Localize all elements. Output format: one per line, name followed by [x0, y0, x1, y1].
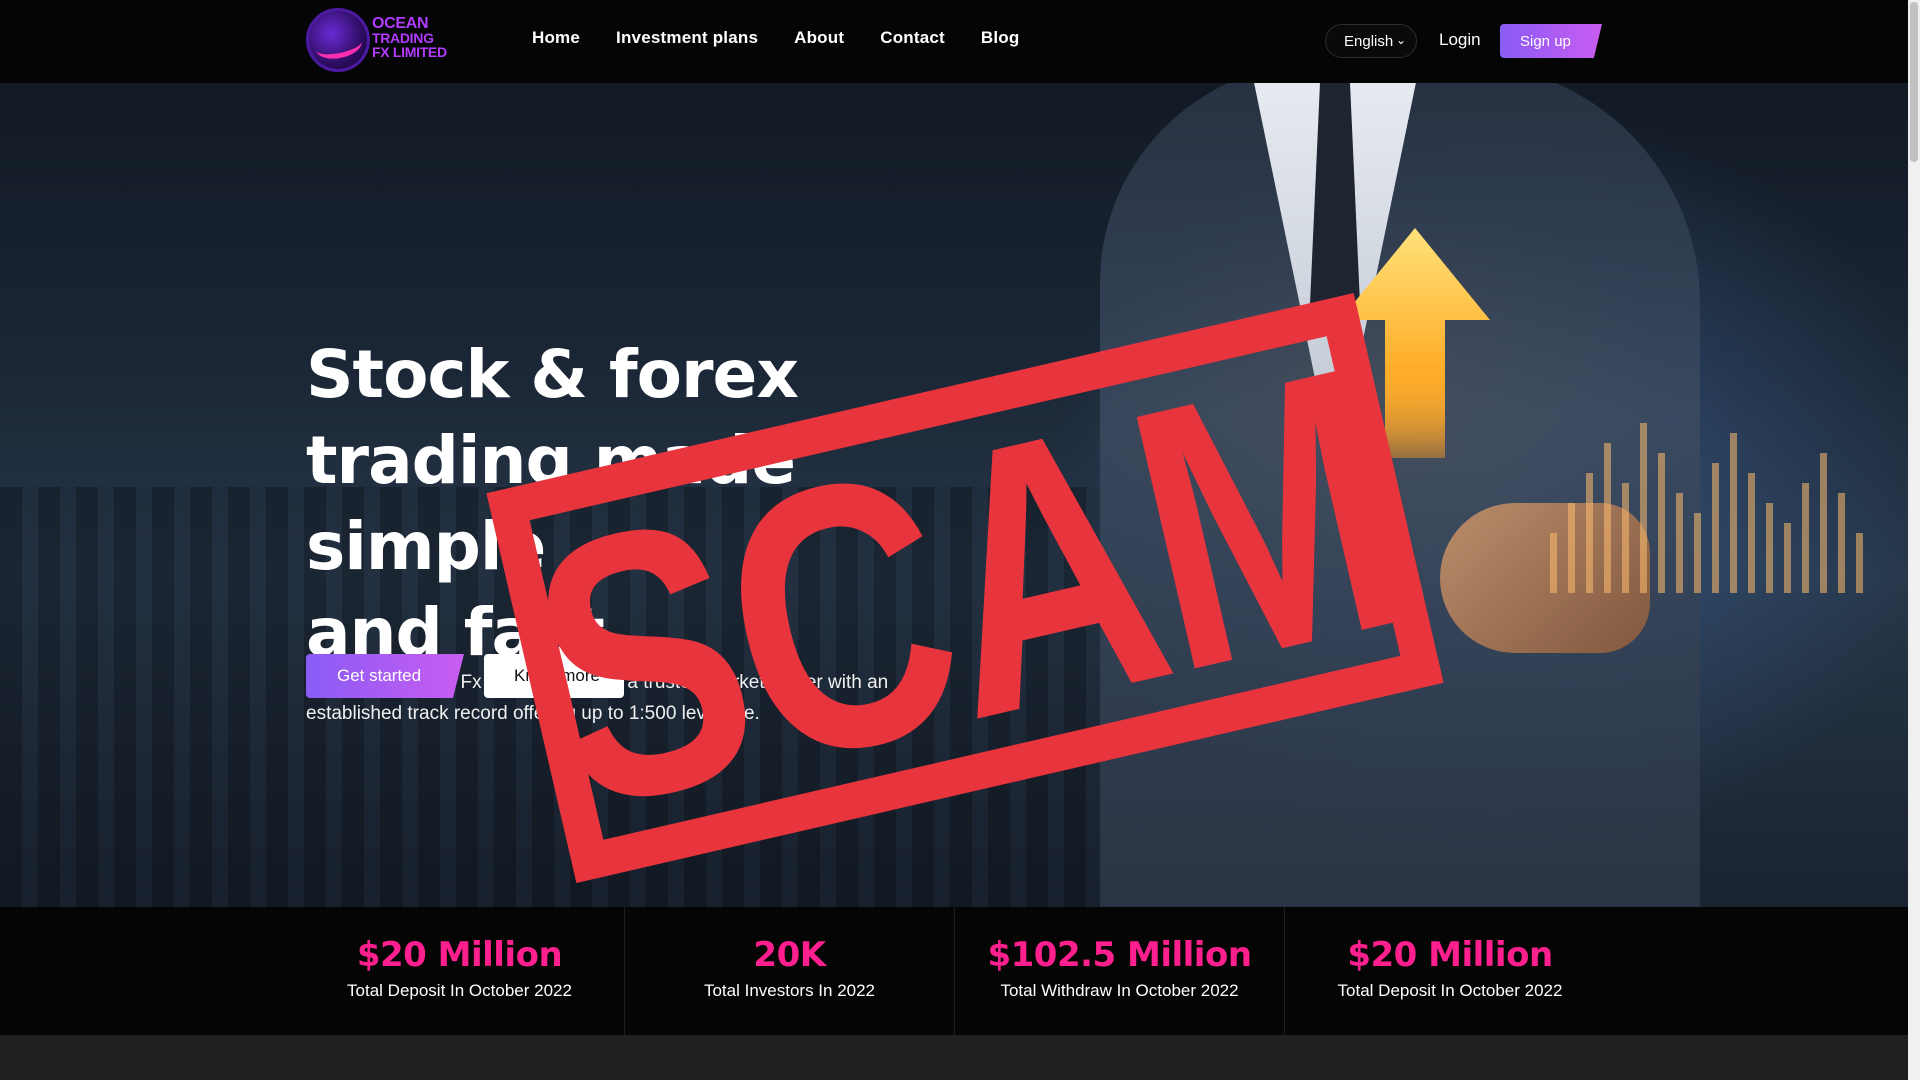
decor-bar — [1730, 433, 1737, 593]
stat-item: $102.5 Million Total Withdraw In October… — [955, 907, 1285, 1035]
nav-home[interactable]: Home — [532, 28, 580, 48]
decor-bar — [1550, 533, 1557, 593]
login-link[interactable]: Login — [1439, 30, 1481, 50]
nav-blog[interactable]: Blog — [981, 28, 1020, 48]
logo-line-1: OCEAN — [372, 15, 429, 32]
stat-value: $20 Million — [1347, 935, 1553, 975]
decor-bar — [1856, 533, 1863, 593]
nav-investment-plans[interactable]: Investment plans — [616, 28, 758, 48]
stat-value: $20 Million — [356, 935, 563, 975]
decor-bar — [1676, 493, 1683, 593]
logo-line-3: FX LIMITED — [372, 44, 447, 60]
decor-bar — [1712, 463, 1719, 593]
nav-contact[interactable]: Contact — [880, 28, 945, 48]
nav-about[interactable]: About — [794, 28, 844, 48]
decor-bar — [1748, 473, 1755, 593]
decor-bar — [1838, 493, 1845, 593]
chevron-down-icon: ⌄ — [1395, 33, 1406, 47]
decor-bar — [1604, 443, 1611, 593]
logo-line-2: TRADING — [372, 30, 434, 46]
stat-label: Total Withdraw In October 2022 — [1000, 981, 1239, 1000]
decor-bar — [1586, 473, 1593, 593]
stat-label: Total Deposit In October 2022 — [347, 981, 572, 1000]
stat-value: $102.5 Million — [987, 935, 1252, 975]
stats-bar: $20 Million Total Deposit In October 202… — [0, 907, 1908, 1035]
language-select[interactable]: English ⌄ — [1325, 24, 1417, 58]
decor-bar — [1802, 483, 1809, 593]
get-started-button[interactable]: Get started — [306, 654, 464, 698]
stat-item: 20K Total Investors In 2022 — [625, 907, 955, 1035]
brand-logo[interactable]: OCEAN TRADING FX LIMITED — [306, 8, 456, 76]
stat-item: $20 Million Total Deposit In October 202… — [295, 907, 625, 1035]
decor-bar — [1694, 513, 1701, 593]
stat-label: Total Deposit In October 2022 — [1337, 981, 1563, 1000]
stat-value: 20K — [753, 935, 826, 975]
main-nav: Home Investment plans About Contact Blog — [532, 28, 1019, 48]
scrollbar-thumb[interactable] — [1910, 2, 1918, 162]
bar-graphic-decoration — [1550, 413, 1908, 593]
decor-bar — [1766, 503, 1773, 593]
site-header: OCEAN TRADING FX LIMITED Home Investment… — [0, 0, 1908, 83]
decor-bar — [1784, 523, 1791, 593]
decor-bar — [1820, 453, 1827, 593]
decor-bar — [1622, 483, 1629, 593]
decor-bar — [1658, 453, 1665, 593]
page-scrollbar[interactable] — [1908, 0, 1920, 1080]
stat-item: $20 Million Total Deposit In October 202… — [1285, 907, 1615, 1035]
stat-label: Total Investors In 2022 — [703, 981, 876, 1000]
signup-button[interactable]: Sign up — [1500, 24, 1602, 58]
language-select-value: English — [1344, 32, 1394, 50]
logo-wordmark: OCEAN TRADING FX LIMITED — [372, 15, 447, 60]
decor-bar — [1640, 423, 1647, 593]
decor-bar — [1568, 503, 1575, 593]
